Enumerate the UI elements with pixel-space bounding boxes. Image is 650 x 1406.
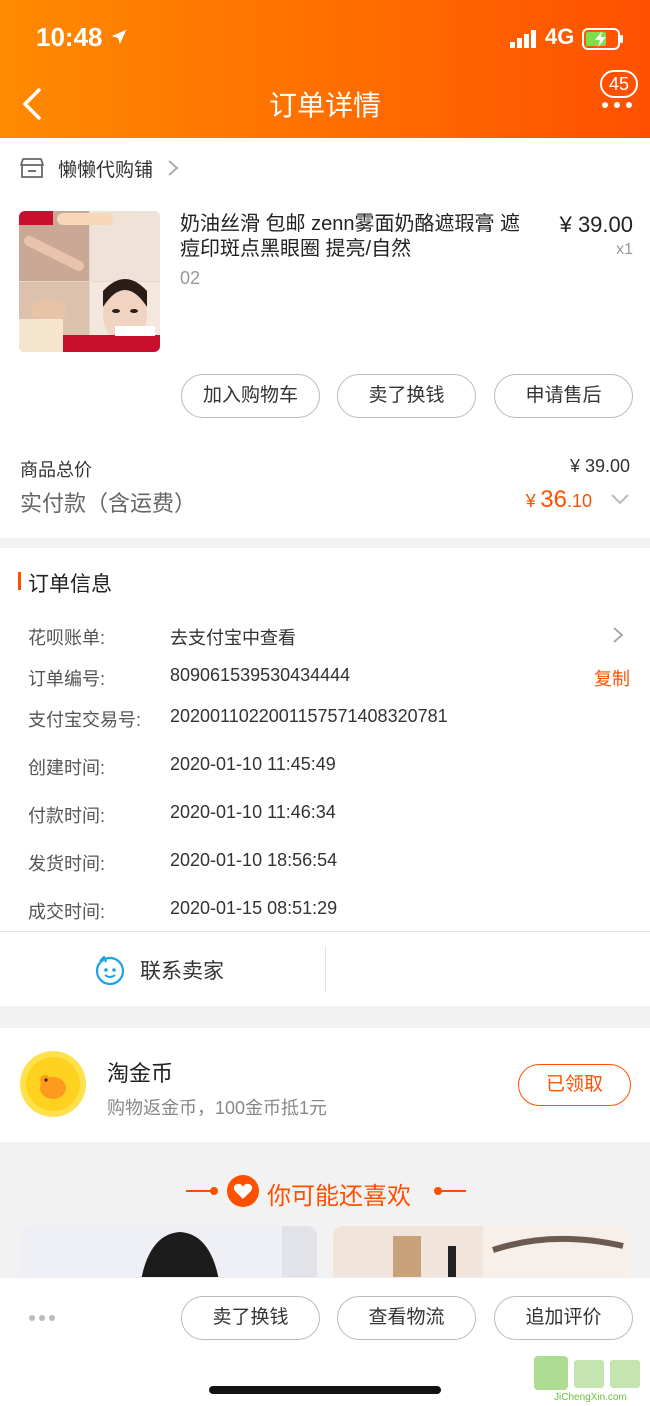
add-review-button[interactable]: 追加评价 <box>494 1296 633 1340</box>
add-to-cart-button[interactable]: 加入购物车 <box>181 374 320 418</box>
gold-coin-icon <box>20 1051 86 1117</box>
status-time: 10:48 <box>36 22 103 52</box>
order-info-card: 订单信息 花呗账单: 去支付宝中查看 订单编号: 809061539530434… <box>0 548 650 1006</box>
product-sku: 02 <box>180 268 201 288</box>
alipay-trade-value: 2020011022001157571408320781 <box>170 706 448 726</box>
completed-time-value: 2020-01-15 08:51:29 <box>170 898 338 918</box>
paid-currency: ¥ <box>525 491 536 511</box>
page-title: 订单详情 <box>268 90 381 121</box>
header: 10:48 4G 订单详情 45 <box>0 0 650 138</box>
created-time-value: 2020-01-10 11:45:49 <box>170 754 336 774</box>
battery-icon <box>582 28 623 50</box>
taojinbi-card: 淘金币 购物返金币，100金币抵1元 已领取 <box>0 1028 650 1142</box>
completed-time-label: 成交时间: <box>28 902 106 922</box>
contact-seller-icon <box>95 955 125 986</box>
paid-time-label: 付款时间: <box>28 806 106 826</box>
bottom-action-bar: 卖了换钱 查看物流 追加评价 JiChengXin.com <box>0 1277 650 1406</box>
shop-name: 懒懒代购铺 <box>58 159 154 181</box>
alipay-trade-label: 支付宝交易号: <box>28 710 142 730</box>
huabei-bill-label: 花呗账单: <box>28 628 106 648</box>
section-accent-bar <box>18 572 21 590</box>
total-price-value: ¥ 39.00 <box>569 456 630 476</box>
resell-button[interactable]: 卖了换钱 <box>337 374 476 418</box>
location-arrow-icon <box>111 29 127 45</box>
decor-dot-left <box>210 1187 218 1195</box>
paid-time-value: 2020-01-10 11:46:34 <box>170 802 336 822</box>
taojinbi-title: 淘金币 <box>107 1061 174 1086</box>
product-quantity: x1 <box>616 241 633 258</box>
home-indicator[interactable] <box>209 1386 441 1394</box>
product-name[interactable]: 奶油丝滑 包邮 zenn雾面奶酪遮瑕膏 遮痘印斑点黑眼圈 提亮/自然 <box>180 212 540 262</box>
divider <box>0 931 650 932</box>
product-thumbnail[interactable] <box>19 211 160 352</box>
product-thumbnail-image <box>19 211 160 352</box>
order-product-card: 懒懒代购铺 奶油丝滑 包邮 zenn雾面奶酪遮瑕膏 遮痘印斑点黑眼圈 提亮/自然… <box>0 138 650 538</box>
vertical-divider <box>325 946 326 992</box>
paid-amount-value: ¥ 36.10 <box>526 486 592 514</box>
recommend-section: 你可能还喜欢 <box>0 1142 650 1286</box>
taojinbi-subtitle: 购物返金币，100金币抵1元 <box>107 1098 328 1118</box>
message-badge[interactable]: 45 <box>600 70 638 98</box>
shipped-time-label: 发货时间: <box>28 854 106 874</box>
chevron-down-icon[interactable] <box>610 492 630 506</box>
more-icon[interactable] <box>602 102 632 108</box>
product-price: ¥ 39.00 <box>559 212 633 237</box>
huabei-bill-value[interactable]: 去支付宝中查看 <box>170 624 296 650</box>
chevron-right-icon <box>168 160 179 176</box>
created-time-label: 创建时间: <box>28 758 106 778</box>
shop-row[interactable]: 懒懒代购铺 <box>20 156 179 181</box>
order-info-title: 订单信息 <box>28 573 112 596</box>
view-logistics-button[interactable]: 查看物流 <box>337 1296 476 1340</box>
watermark-text: JiChengXin.com <box>554 1392 627 1402</box>
status-bar: 10:48 4G <box>0 18 650 62</box>
bottom-resell-button[interactable]: 卖了换钱 <box>181 1296 320 1340</box>
network-type: 4G <box>545 24 575 49</box>
order-number-value: 809061539530434444 <box>170 665 351 685</box>
paid-amount-label: 实付款（含运费） <box>20 491 197 516</box>
claimed-button[interactable]: 已领取 <box>518 1064 631 1106</box>
recommend-header: 你可能还喜欢 <box>0 1172 650 1212</box>
more-dots-icon[interactable] <box>28 1314 56 1322</box>
heart-icon <box>227 1175 259 1207</box>
contact-seller-button[interactable]: 联系卖家 <box>94 952 224 988</box>
total-price-label: 商品总价 <box>20 460 92 480</box>
signal-icon <box>510 30 536 48</box>
chevron-right-icon[interactable] <box>612 626 624 644</box>
paid-decimal: .10 <box>566 491 592 511</box>
shipped-time-value: 2020-01-10 18:56:54 <box>170 850 338 870</box>
decor-line-right <box>438 1190 466 1192</box>
contact-seller-label: 联系卖家 <box>140 960 224 983</box>
copy-order-number-button[interactable]: 复制 <box>594 665 630 691</box>
after-sale-button[interactable]: 申请售后 <box>494 374 633 418</box>
recommend-title: 你可能还喜欢 <box>267 1183 411 1210</box>
order-number-label: 订单编号: <box>28 669 106 689</box>
shop-icon <box>20 158 44 178</box>
paid-integer: 36 <box>540 486 567 513</box>
watermark-logo: JiChengXin.com <box>534 1356 640 1402</box>
